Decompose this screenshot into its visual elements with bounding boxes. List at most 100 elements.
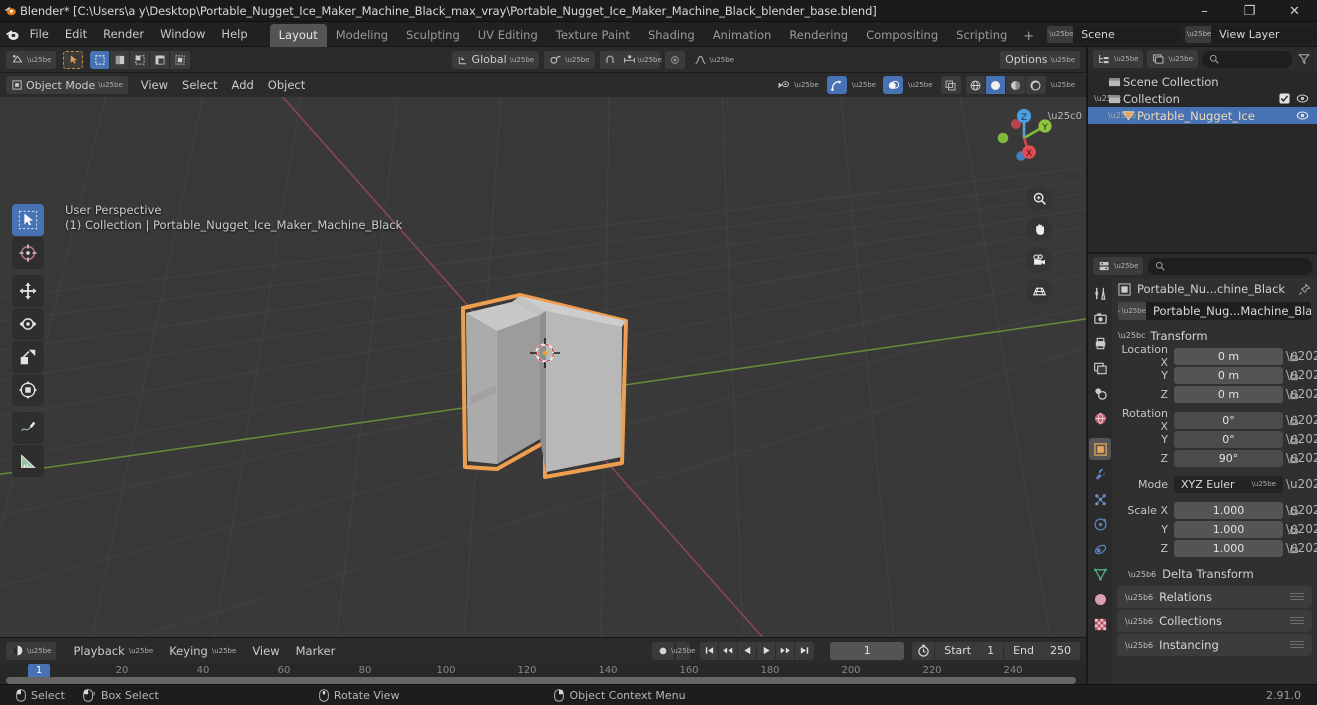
particles-tab[interactable] (1089, 488, 1111, 510)
animate-property-dot[interactable]: \u2022 (1286, 451, 1317, 465)
select-extend-icon[interactable] (110, 50, 131, 69)
scale-y-row[interactable]: Y 1.000 \u2022 (1112, 520, 1317, 538)
select-subtract-icon[interactable] (130, 50, 151, 69)
measure-tool[interactable] (12, 445, 44, 477)
animate-property-dot[interactable]: \u2022 (1286, 349, 1317, 363)
scale-z-row[interactable]: Z 1.000 \u2022 (1112, 539, 1317, 557)
constraints-tab[interactable] (1089, 538, 1111, 560)
output-tab[interactable] (1089, 332, 1111, 354)
auto-keying-dropdown[interactable]: \u25be (671, 641, 695, 660)
animate-property-dot[interactable]: \u2022 (1286, 432, 1317, 446)
prev-keyframe-icon[interactable] (719, 641, 739, 660)
location-z-row[interactable]: Z 0 m \u2022 (1112, 385, 1317, 403)
jump-end-icon[interactable] (795, 641, 815, 660)
editor-type-button[interactable]: \u25be (6, 50, 57, 69)
expand-triangle-icon[interactable]: \u25b6 (1108, 111, 1136, 120)
next-keyframe-icon[interactable] (776, 641, 796, 660)
3d-viewport[interactable]: User Perspective (1) Collection | Portab… (0, 97, 1086, 637)
render-tab[interactable] (1089, 307, 1111, 329)
delta-transform-subpanel[interactable]: \u25b6 Delta Transform (1112, 564, 1317, 584)
location-z-value[interactable]: 0 m (1174, 385, 1283, 403)
scene-selector[interactable]: \u25be Scene ⧉ ✕ (1047, 25, 1180, 43)
proportional-edit-icon[interactable] (664, 50, 685, 69)
object-name-value[interactable]: Portable_Nug...Machine_Black (1146, 302, 1311, 320)
move-tool[interactable] (12, 275, 44, 307)
snap-magnet-icon[interactable] (599, 50, 620, 69)
checkbox-icon[interactable] (1279, 93, 1290, 104)
pin-icon[interactable] (1298, 282, 1311, 296)
snap-dropdown-icon[interactable]: \u25be (637, 50, 662, 69)
collections-panel[interactable]: \u25b6 Collections (1117, 610, 1312, 632)
menu-help[interactable]: Help (213, 24, 255, 44)
timeline-editor-type-button[interactable]: \u25be (6, 641, 57, 660)
animate-property-dot[interactable]: \u2022 (1286, 413, 1317, 427)
scale-tool[interactable] (12, 341, 44, 373)
proportional-falloff-button[interactable]: \u25be (689, 51, 739, 69)
snap-pivot-button[interactable]: \u25be (544, 50, 595, 69)
rotate-tool[interactable] (12, 308, 44, 340)
transform-orientation-button[interactable]: Global \u25be (451, 50, 540, 69)
options-button[interactable]: Options \u25be (1000, 50, 1080, 69)
blender-menu-icon[interactable] (4, 22, 22, 46)
hand-pan-icon[interactable] (1026, 216, 1052, 242)
ortho-persp-icon[interactable] (1026, 278, 1052, 304)
maximize-button[interactable]: ❐ (1227, 0, 1272, 22)
scale-y-value[interactable]: 1.000 (1174, 520, 1283, 538)
scene-name[interactable]: Scene (1073, 25, 1180, 43)
outliner-row-scene-collection[interactable]: Scene Collection (1088, 73, 1317, 90)
timeline-ruler[interactable]: 1 20 40 60 80 100 120 140 160 180 200 22… (0, 663, 1086, 685)
animate-property-dot[interactable]: \u2022 (1286, 522, 1317, 536)
outliner-search-input[interactable] (1201, 50, 1292, 68)
timeline-playhead[interactable]: 1 (28, 664, 50, 678)
rotation-y-row[interactable]: Y 0° \u2022 (1112, 430, 1317, 448)
expand-triangle-icon[interactable]: \u25bc (1094, 94, 1121, 103)
viewport-menu-view[interactable]: View (134, 76, 175, 94)
outliner-row-collection[interactable]: \u25bc Collection (1088, 90, 1317, 107)
instancing-panel[interactable]: \u25b6 Instancing (1117, 634, 1312, 656)
play-icon[interactable] (757, 641, 777, 660)
animate-property-dot[interactable]: \u2022 (1286, 387, 1317, 401)
jump-start-icon[interactable] (700, 641, 720, 660)
tab-compositing[interactable]: Compositing (857, 24, 947, 47)
viewport-canvas[interactable] (0, 97, 1086, 637)
animate-property-dot[interactable]: \u2022 (1286, 477, 1317, 491)
shading-dropdown[interactable]: \u25be (1046, 76, 1080, 94)
scale-z-value[interactable]: 1.000 (1174, 539, 1283, 557)
timeline-menu-keying[interactable]: Keying \u25be (162, 642, 243, 660)
relations-panel[interactable]: \u25b6 Relations (1117, 586, 1312, 608)
texture-tab[interactable] (1089, 613, 1111, 635)
scale-x-row[interactable]: Scale X 1.000 \u2022 (1112, 501, 1317, 519)
view-layer-tab[interactable] (1089, 357, 1111, 379)
properties-editor-type-button[interactable]: \u25be (1093, 257, 1144, 275)
tab-shading[interactable]: Shading (639, 24, 704, 47)
tweak-select-tool[interactable] (12, 204, 44, 236)
overlays-dropdown[interactable]: \u25be (903, 76, 937, 94)
object-name-field[interactable]: \u25be Portable_Nug...Machine_Black (1118, 302, 1311, 320)
tab-animation[interactable]: Animation (704, 24, 781, 47)
camera-icon[interactable] (1026, 247, 1052, 273)
xray-toggle[interactable] (940, 76, 961, 94)
rotation-z-row[interactable]: Z 90° \u2022 (1112, 449, 1317, 467)
object-tab[interactable] (1089, 438, 1111, 460)
zoom-icon[interactable] (1026, 185, 1052, 211)
location-x-value[interactable]: 0 m (1174, 347, 1283, 365)
location-y-row[interactable]: Y 0 m \u2022 (1112, 366, 1317, 384)
rotation-y-value[interactable]: 0° (1174, 430, 1283, 448)
menu-edit[interactable]: Edit (57, 24, 95, 44)
menu-render[interactable]: Render (95, 24, 152, 44)
select-intersect-icon[interactable] (170, 50, 191, 69)
start-frame-field[interactable]: Start 1 (934, 641, 1004, 660)
cursor-tool[interactable] (12, 237, 44, 269)
view-layer-name[interactable]: View Layer (1211, 25, 1317, 43)
annotate-tool[interactable] (12, 412, 44, 444)
tab-sculpting[interactable]: Sculpting (397, 24, 469, 47)
end-frame-field[interactable]: End 250 (1003, 641, 1080, 660)
viewport-menu-add[interactable]: Add (225, 76, 261, 94)
close-button[interactable]: ✕ (1272, 0, 1317, 22)
eye-icon[interactable] (1296, 93, 1309, 104)
wireframe-shading-icon[interactable] (965, 76, 986, 94)
cursor-tool-toggle[interactable] (63, 50, 84, 69)
gizmo-toggle[interactable] (826, 76, 847, 94)
location-x-row[interactable]: Location X 0 m \u2022 (1112, 343, 1317, 369)
animate-property-dot[interactable]: \u2022 (1286, 503, 1317, 517)
